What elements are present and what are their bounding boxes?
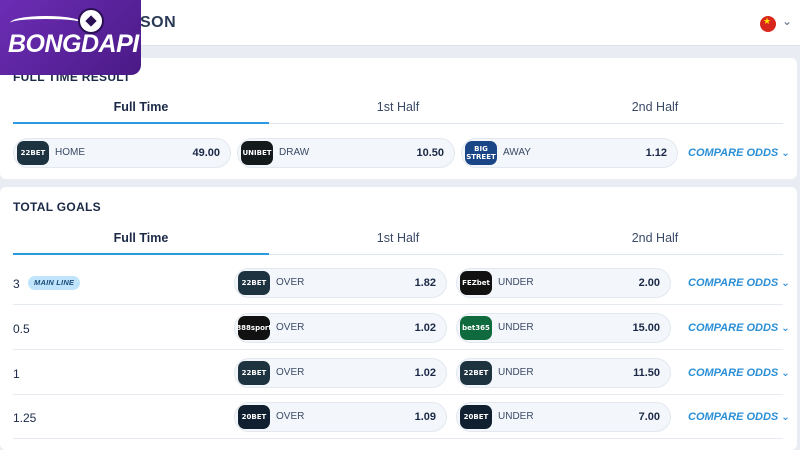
compare-odds-link[interactable]: COMPARE ODDS ⌄ [688, 277, 790, 289]
odd-value: 11.50 [633, 367, 660, 379]
page-title: SON [140, 14, 177, 31]
chevron-down-icon: ⌄ [781, 323, 790, 334]
odd-label: UNDER [498, 277, 534, 288]
row-divider [13, 349, 783, 350]
compare-odds-link[interactable]: COMPARE ODDS ⌄ [688, 147, 790, 159]
odd-under[interactable]: FEZbet UNDER 2.00 [456, 268, 671, 298]
odd-label: UNDER [498, 411, 534, 422]
odd-label: OVER [276, 367, 305, 378]
chevron-down-icon: ⌄ [781, 278, 790, 289]
goal-line-value: 3 [13, 277, 20, 291]
row-divider [13, 438, 783, 439]
main-line-badge: MAIN LINE [28, 276, 81, 290]
odd-over[interactable]: 22BET OVER 1.02 [234, 358, 447, 388]
tab-1st-half[interactable]: 1st Half [270, 227, 526, 255]
period-tabs: Full Time 1st Half 2nd Half [13, 227, 783, 255]
compare-odds-link[interactable]: COMPARE ODDS ⌄ [688, 411, 790, 423]
odd-over[interactable]: 22BET OVER 1.82 [234, 268, 447, 298]
bookmaker-logo: 20BET [238, 405, 270, 429]
compare-odds-label: COMPARE ODDS [688, 322, 779, 334]
odd-label: DRAW [279, 147, 310, 158]
odd-label: UNDER [498, 322, 534, 333]
odd-value: 1.09 [414, 411, 436, 423]
odd-over[interactable]: 888sport OVER 1.02 [234, 313, 447, 343]
chevron-down-icon: ⌄ [781, 368, 790, 379]
bongdapi-logo[interactable]: BONGDAPI [0, 0, 141, 75]
tab-2nd-half[interactable]: 2nd Half [527, 96, 783, 124]
odd-under[interactable]: 22BET UNDER 11.50 [456, 358, 671, 388]
odd-value: 49.00 [192, 147, 220, 159]
tab-full-time[interactable]: Full Time [13, 96, 269, 124]
odd-value: 2.00 [638, 277, 660, 289]
vietnam-flag-icon[interactable] [760, 16, 776, 32]
odd-under[interactable]: bet365 UNDER 15.00 [456, 313, 671, 343]
row-divider [13, 304, 783, 305]
odd-under[interactable]: 20BET UNDER 7.00 [456, 402, 671, 432]
compare-odds-link[interactable]: COMPARE ODDS ⌄ [688, 322, 790, 334]
odd-value: 1.02 [414, 322, 436, 334]
bookmaker-logo: 22BET [238, 361, 270, 385]
chevron-down-icon: ⌄ [781, 148, 790, 159]
bookmaker-logo: 22BET [238, 271, 270, 295]
odd-value: 10.50 [416, 147, 444, 159]
odd-label: UNDER [498, 367, 534, 378]
row-divider [13, 394, 783, 395]
chevron-down-icon[interactable]: ⌄ [782, 14, 792, 28]
total-goals-card: TOTAL GOALS Full Time 1st Half 2nd Half … [0, 187, 797, 450]
goal-line-value: 1.25 [13, 411, 37, 425]
odd-label: OVER [276, 411, 305, 422]
compare-odds-label: COMPARE ODDS [688, 147, 779, 159]
odd-label: HOME [55, 147, 85, 158]
odd-value: 1.82 [414, 277, 436, 289]
bookmaker-logo: UNIBET [241, 141, 273, 165]
compare-odds-label: COMPARE ODDS [688, 367, 779, 379]
odd-label: OVER [276, 322, 305, 333]
logo-text: BONGDAPI [8, 30, 139, 58]
section-heading: TOTAL GOALS [13, 200, 101, 214]
odd-over[interactable]: 20BET OVER 1.09 [234, 402, 447, 432]
tab-2nd-half[interactable]: 2nd Half [527, 227, 783, 255]
tab-full-time[interactable]: Full Time [13, 227, 269, 255]
odd-home[interactable]: 22BET HOME 49.00 [13, 138, 231, 168]
odd-draw[interactable]: UNIBET DRAW 10.50 [237, 138, 455, 168]
bookmaker-logo: 22BET [460, 361, 492, 385]
bookmaker-logo: 22BET [17, 141, 49, 165]
odd-value: 7.00 [638, 411, 660, 423]
odd-label: AWAY [503, 147, 531, 158]
compare-odds-link[interactable]: COMPARE ODDS ⌄ [688, 367, 790, 379]
compare-odds-label: COMPARE ODDS [688, 277, 779, 289]
bookmaker-logo: FEZbet [460, 271, 492, 295]
odd-away[interactable]: BIG STREET AWAY 1.12 [461, 138, 678, 168]
odd-value: 1.12 [645, 147, 667, 159]
odd-value: 1.02 [414, 367, 436, 379]
goal-line-value: 1 [13, 367, 20, 381]
bookmaker-logo: 888sport [236, 316, 272, 340]
full-time-result-card: FULL TIME RESULT Full Time 1st Half 2nd … [0, 58, 797, 179]
odd-label: OVER [276, 277, 305, 288]
odd-value: 15.00 [632, 322, 660, 334]
logo-swoosh [10, 16, 82, 30]
chevron-down-icon: ⌄ [781, 412, 790, 423]
compare-odds-label: COMPARE ODDS [688, 411, 779, 423]
period-tabs: Full Time 1st Half 2nd Half [13, 96, 783, 124]
goal-line-value: 0.5 [13, 322, 30, 336]
bookmaker-logo: bet365 [460, 316, 492, 340]
bookmaker-logo: BIG STREET [465, 141, 497, 165]
tab-1st-half[interactable]: 1st Half [270, 96, 526, 124]
bookmaker-logo: 20BET [460, 405, 492, 429]
